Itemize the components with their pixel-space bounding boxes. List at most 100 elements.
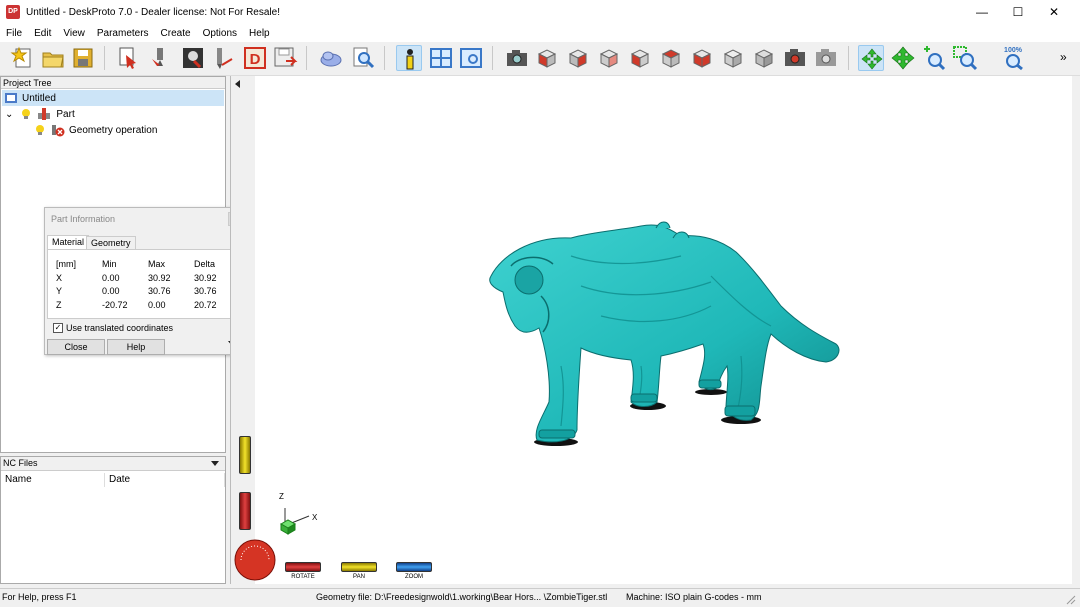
tree-item-label: Untitled [22, 92, 56, 104]
status-help-text: For Help, press F1 [2, 592, 77, 602]
part-dimensions-table: [mm] Min Max Delta X 0.00 30.92 30.92 Y … [47, 249, 242, 319]
view-back-icon[interactable] [565, 45, 591, 71]
svg-text:D: D [250, 51, 261, 68]
save-icon[interactable] [70, 45, 96, 71]
3d-model-tiger[interactable] [481, 216, 861, 456]
view-iso1-icon[interactable] [720, 45, 746, 71]
project-tree-header: Project Tree [1, 77, 225, 89]
dialog-title: Part Information [51, 214, 116, 224]
render-alt-icon[interactable] [813, 45, 839, 71]
column-header-date[interactable]: Date [105, 473, 225, 487]
help-button[interactable]: Help [107, 339, 165, 355]
tree-item-geometry-operation[interactable]: Geometry operation [35, 122, 157, 138]
x-min: 0.00 [102, 273, 120, 283]
view-iso2-icon[interactable] [751, 45, 777, 71]
project-icon [5, 93, 17, 103]
zoom-100-icon[interactable]: 100% [1000, 45, 1026, 71]
status-geometry-file: Geometry file: D:\Freedesignwold\1.worki… [316, 592, 608, 602]
y-max: 30.76 [148, 286, 171, 296]
zoom-wheel-label: ZOOM [405, 574, 423, 580]
maximize-button[interactable]: ☐ [1000, 0, 1036, 24]
rotate-wheel[interactable] [285, 562, 321, 572]
translated-coordinates-checkbox[interactable]: ✓ Use translated coordinates [53, 323, 173, 333]
row-label-z: Z [56, 300, 62, 310]
tree-item-untitled[interactable]: Untitled [2, 90, 224, 106]
lightbulb-icon[interactable] [35, 124, 45, 136]
toolbar-overflow-icon[interactable]: » [1060, 50, 1067, 64]
row-label-y: Y [56, 286, 63, 296]
dealer-icon[interactable]: D [242, 45, 268, 71]
toolbar: D 100% » [0, 42, 1080, 76]
operation-error-icon [52, 125, 65, 137]
zoom-percent-label: 100% [1004, 47, 1023, 54]
rotate-wheel-label: ROTATE [291, 574, 315, 580]
z-min: -20.72 [102, 300, 128, 310]
info-icon[interactable] [396, 45, 422, 71]
save-as-icon[interactable] [272, 45, 298, 71]
menu-bar: File Edit View Parameters Create Options… [0, 24, 1080, 42]
lightbulb-icon[interactable] [21, 108, 31, 120]
view-left-icon[interactable] [596, 45, 622, 71]
magnify-icon[interactable] [350, 45, 376, 71]
view-split-icon[interactable] [428, 45, 454, 71]
menu-view[interactable]: View [57, 28, 91, 39]
rotate-tool-icon[interactable] [858, 45, 884, 71]
viewport-control-strip [231, 76, 255, 584]
chevron-down-icon[interactable]: ⌄ [5, 109, 13, 120]
dolly-wheel-yellow[interactable] [239, 436, 251, 474]
tab-geometry[interactable]: Geometry [86, 236, 136, 250]
menu-help[interactable]: Help [243, 28, 276, 39]
cloud-icon[interactable] [318, 45, 344, 71]
tree-item-part[interactable]: ⌄ Part [5, 106, 75, 122]
part-wizard-icon[interactable] [116, 45, 142, 71]
menu-create[interactable]: Create [155, 28, 197, 39]
axis-label-z: Z [279, 492, 284, 501]
x-delta: 30.92 [194, 273, 217, 283]
minimize-button[interactable]: — [964, 0, 1000, 24]
view-bottom-icon[interactable] [689, 45, 715, 71]
z-delta: 20.72 [194, 300, 217, 310]
collapse-panel-icon[interactable] [235, 80, 240, 88]
render-icon[interactable] [782, 45, 808, 71]
z-max: 0.00 [148, 300, 166, 310]
menu-file[interactable]: File [0, 28, 28, 39]
menu-edit[interactable]: Edit [28, 28, 57, 39]
new-project-icon[interactable] [10, 45, 36, 71]
status-machine: Machine: ISO plain G-codes - mm [626, 592, 762, 602]
x-max: 30.92 [148, 273, 171, 283]
3d-viewport[interactable]: ROTATE PAN ZOOM Z X [230, 76, 1072, 584]
cutter-icon[interactable] [212, 45, 238, 71]
open-folder-icon[interactable] [40, 45, 66, 71]
operation-wizard-icon[interactable] [148, 45, 174, 71]
camera-icon[interactable] [504, 45, 530, 71]
part-information-dialog: Part Information Material Geometry [mm] … [44, 207, 245, 355]
pan-wheel[interactable] [341, 562, 377, 572]
nc-files-title: NC Files [3, 458, 38, 468]
view-front-icon[interactable] [534, 45, 560, 71]
table-header-max: Max [148, 259, 166, 269]
close-window-button[interactable]: ✕ [1036, 0, 1072, 24]
dolly-wheel-red[interactable] [239, 492, 251, 530]
checkbox-checked-icon[interactable]: ✓ [53, 323, 63, 333]
table-header-delta: Delta [194, 259, 216, 269]
window-title: Untitled - DeskProto 7.0 - Dealer licens… [26, 6, 280, 18]
geometry-icon[interactable] [180, 45, 206, 71]
column-header-name[interactable]: Name [1, 473, 105, 487]
view-top-icon[interactable] [658, 45, 684, 71]
zoom-window-icon[interactable] [952, 45, 978, 71]
tab-material[interactable]: Material [47, 235, 90, 249]
view-window-icon[interactable] [458, 45, 484, 71]
table-header-min: Min [102, 259, 117, 269]
rotate-dial-icon[interactable] [233, 538, 277, 582]
view-right-icon[interactable] [627, 45, 653, 71]
zoom-in-tool-icon[interactable] [920, 45, 946, 71]
close-button[interactable]: Close [47, 339, 105, 355]
tree-item-label: Geometry operation [69, 124, 158, 136]
app-logo-icon: DP [6, 5, 20, 19]
pan-tool-icon[interactable] [890, 45, 916, 71]
menu-parameters[interactable]: Parameters [91, 28, 155, 39]
resize-grip-icon[interactable] [1066, 595, 1076, 605]
menu-options[interactable]: Options [197, 28, 243, 39]
zoom-wheel[interactable] [396, 562, 432, 572]
dropdown-arrow-icon[interactable] [211, 461, 219, 466]
